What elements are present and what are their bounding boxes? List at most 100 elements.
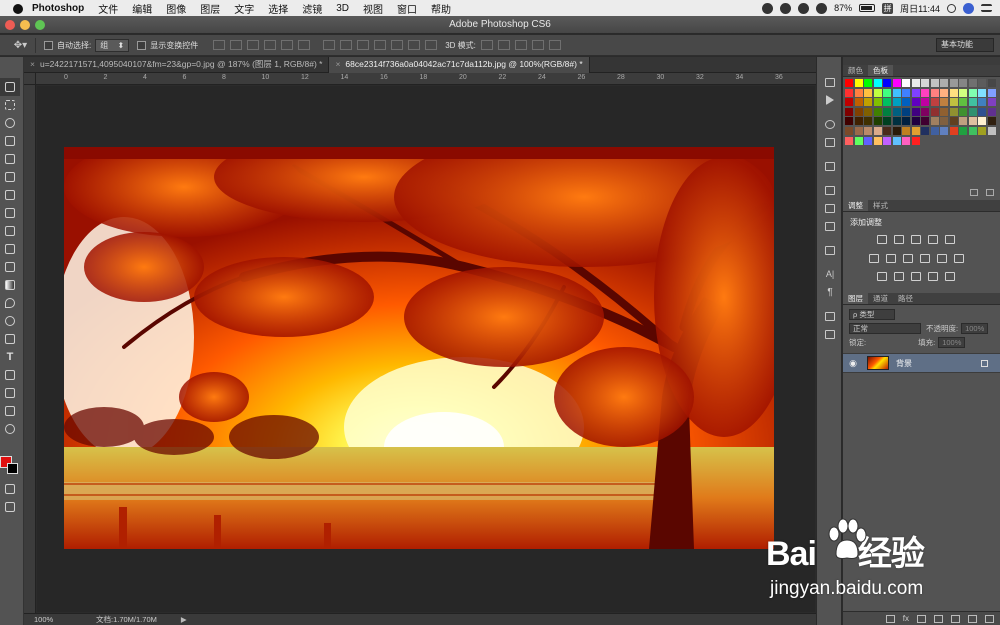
- menu-help[interactable]: 帮助: [431, 1, 451, 16]
- color-swatch[interactable]: [873, 117, 882, 126]
- menu-select[interactable]: 选择: [268, 1, 288, 16]
- color-swatch[interactable]: [940, 98, 948, 107]
- 3d-roll-icon[interactable]: [497, 40, 510, 50]
- shape-tool[interactable]: [0, 384, 20, 402]
- tool-preset-picker[interactable]: ✥▾: [6, 37, 36, 53]
- minimize-window-icon[interactable]: [20, 19, 30, 30]
- color-swatch[interactable]: [987, 98, 996, 107]
- color-swatch[interactable]: [883, 107, 891, 116]
- distribute-vcenter-icon[interactable]: [340, 40, 353, 50]
- history-brush-tool[interactable]: [0, 240, 20, 258]
- color-swatch[interactable]: [987, 117, 996, 126]
- color-swatch[interactable]: [978, 107, 986, 116]
- histogram-button[interactable]: [817, 133, 843, 151]
- color-swatch[interactable]: [864, 107, 872, 116]
- color-swatch[interactable]: [854, 127, 863, 135]
- color-swatch[interactable]: [940, 127, 948, 135]
- status-icon-1[interactable]: [762, 2, 774, 14]
- selective-color-icon[interactable]: [945, 272, 955, 281]
- color-swatch[interactable]: [968, 88, 977, 97]
- menu-image[interactable]: 图像: [166, 1, 186, 16]
- color-swatch[interactable]: [959, 117, 967, 126]
- distribute-top-icon[interactable]: [323, 40, 336, 50]
- distribute-bottom-icon[interactable]: [357, 40, 370, 50]
- brush-panel-button[interactable]: [817, 199, 843, 217]
- color-swatch[interactable]: [883, 79, 891, 87]
- color-swatch[interactable]: [978, 117, 986, 126]
- color-swatch[interactable]: [959, 88, 967, 97]
- layer-lock-icon[interactable]: [981, 359, 988, 367]
- color-swatch[interactable]: [845, 117, 853, 126]
- align-vcenter-icon[interactable]: [230, 40, 243, 50]
- quick-select-tool[interactable]: [0, 132, 20, 150]
- color-swatch[interactable]: [921, 79, 929, 87]
- levels-icon[interactable]: [894, 235, 904, 244]
- show-transform-checkbox[interactable]: [137, 40, 147, 50]
- color-swatch[interactable]: [892, 117, 901, 126]
- align-right-icon[interactable]: [298, 40, 311, 50]
- align-left-icon[interactable]: [264, 40, 277, 50]
- color-swatch[interactable]: [949, 117, 958, 126]
- curves-icon[interactable]: [911, 235, 921, 244]
- color-swatch[interactable]: [883, 136, 891, 145]
- color-swatch[interactable]: [921, 88, 929, 97]
- move-tool[interactable]: [0, 78, 20, 96]
- color-swatch[interactable]: [883, 117, 891, 126]
- color-swatch[interactable]: [930, 88, 939, 97]
- color-swatch[interactable]: [864, 79, 872, 87]
- color-swatch[interactable]: [940, 79, 948, 87]
- clone-stamp-tool[interactable]: [0, 222, 20, 240]
- 3d-rotate-icon[interactable]: [480, 40, 493, 50]
- color-swatch[interactable]: [959, 107, 967, 116]
- clock[interactable]: 周日11:44: [900, 2, 940, 15]
- color-swatch[interactable]: [930, 98, 939, 107]
- color-swatch[interactable]: [949, 88, 958, 97]
- color-swatch[interactable]: [892, 88, 901, 97]
- color-swatch[interactable]: [864, 136, 872, 145]
- color-balance-icon[interactable]: [886, 254, 896, 263]
- menu-layer[interactable]: 图层: [200, 1, 220, 16]
- color-swatch[interactable]: [845, 107, 853, 116]
- auto-align-icon[interactable]: [425, 40, 438, 50]
- color-swatch[interactable]: [968, 127, 977, 135]
- color-swatch[interactable]: [978, 88, 986, 97]
- close-tab-icon[interactable]: ×: [335, 59, 340, 69]
- app-menu[interactable]: Photoshop: [32, 3, 84, 14]
- paragraph-panel-button[interactable]: ¶: [817, 283, 843, 301]
- color-swatch[interactable]: [921, 117, 929, 126]
- color-swatch[interactable]: [873, 107, 882, 116]
- vibrance-icon[interactable]: [945, 235, 955, 244]
- document-tab[interactable]: × u=2422171571,4095040107&fm=23&gp=0.jpg …: [24, 57, 330, 73]
- color-swatch[interactable]: [968, 79, 977, 87]
- color-swatch[interactable]: [892, 98, 901, 107]
- tab-paths[interactable]: 路径: [893, 293, 918, 304]
- notes-button[interactable]: [817, 241, 843, 259]
- auto-select-checkbox[interactable]: [44, 40, 53, 50]
- color-swatch[interactable]: [949, 79, 958, 87]
- dodge-tool[interactable]: [0, 312, 20, 330]
- clone-source-button[interactable]: [817, 217, 843, 235]
- color-swatch[interactable]: [911, 107, 920, 116]
- fx-button[interactable]: fx: [903, 614, 909, 623]
- status-menu-arrow-icon[interactable]: ▶: [181, 615, 187, 624]
- color-swatch[interactable]: [902, 107, 910, 116]
- color-swatch[interactable]: [978, 98, 986, 107]
- adjustment-layer-icon[interactable]: [934, 614, 943, 623]
- color-swatch[interactable]: [968, 98, 977, 107]
- color-swatch[interactable]: [959, 98, 967, 107]
- layer-row-background[interactable]: ◉ 背景: [843, 353, 1000, 373]
- ruler-origin[interactable]: [24, 73, 36, 85]
- distribute-hcenter-icon[interactable]: [391, 40, 404, 50]
- brush-settings-button[interactable]: [817, 115, 843, 133]
- add-mask-icon[interactable]: [917, 614, 926, 623]
- healing-brush-tool[interactable]: [0, 186, 20, 204]
- properties-button[interactable]: [817, 325, 843, 343]
- color-swatch[interactable]: [959, 79, 967, 87]
- color-swatch[interactable]: [911, 136, 920, 145]
- eyedropper-tool[interactable]: [0, 168, 20, 186]
- color-swatch[interactable]: [873, 98, 882, 107]
- tab-channels[interactable]: 通道: [868, 293, 893, 304]
- eraser-tool[interactable]: [0, 258, 20, 276]
- color-swatch[interactable]: [949, 107, 958, 116]
- color-swatch[interactable]: [883, 127, 891, 135]
